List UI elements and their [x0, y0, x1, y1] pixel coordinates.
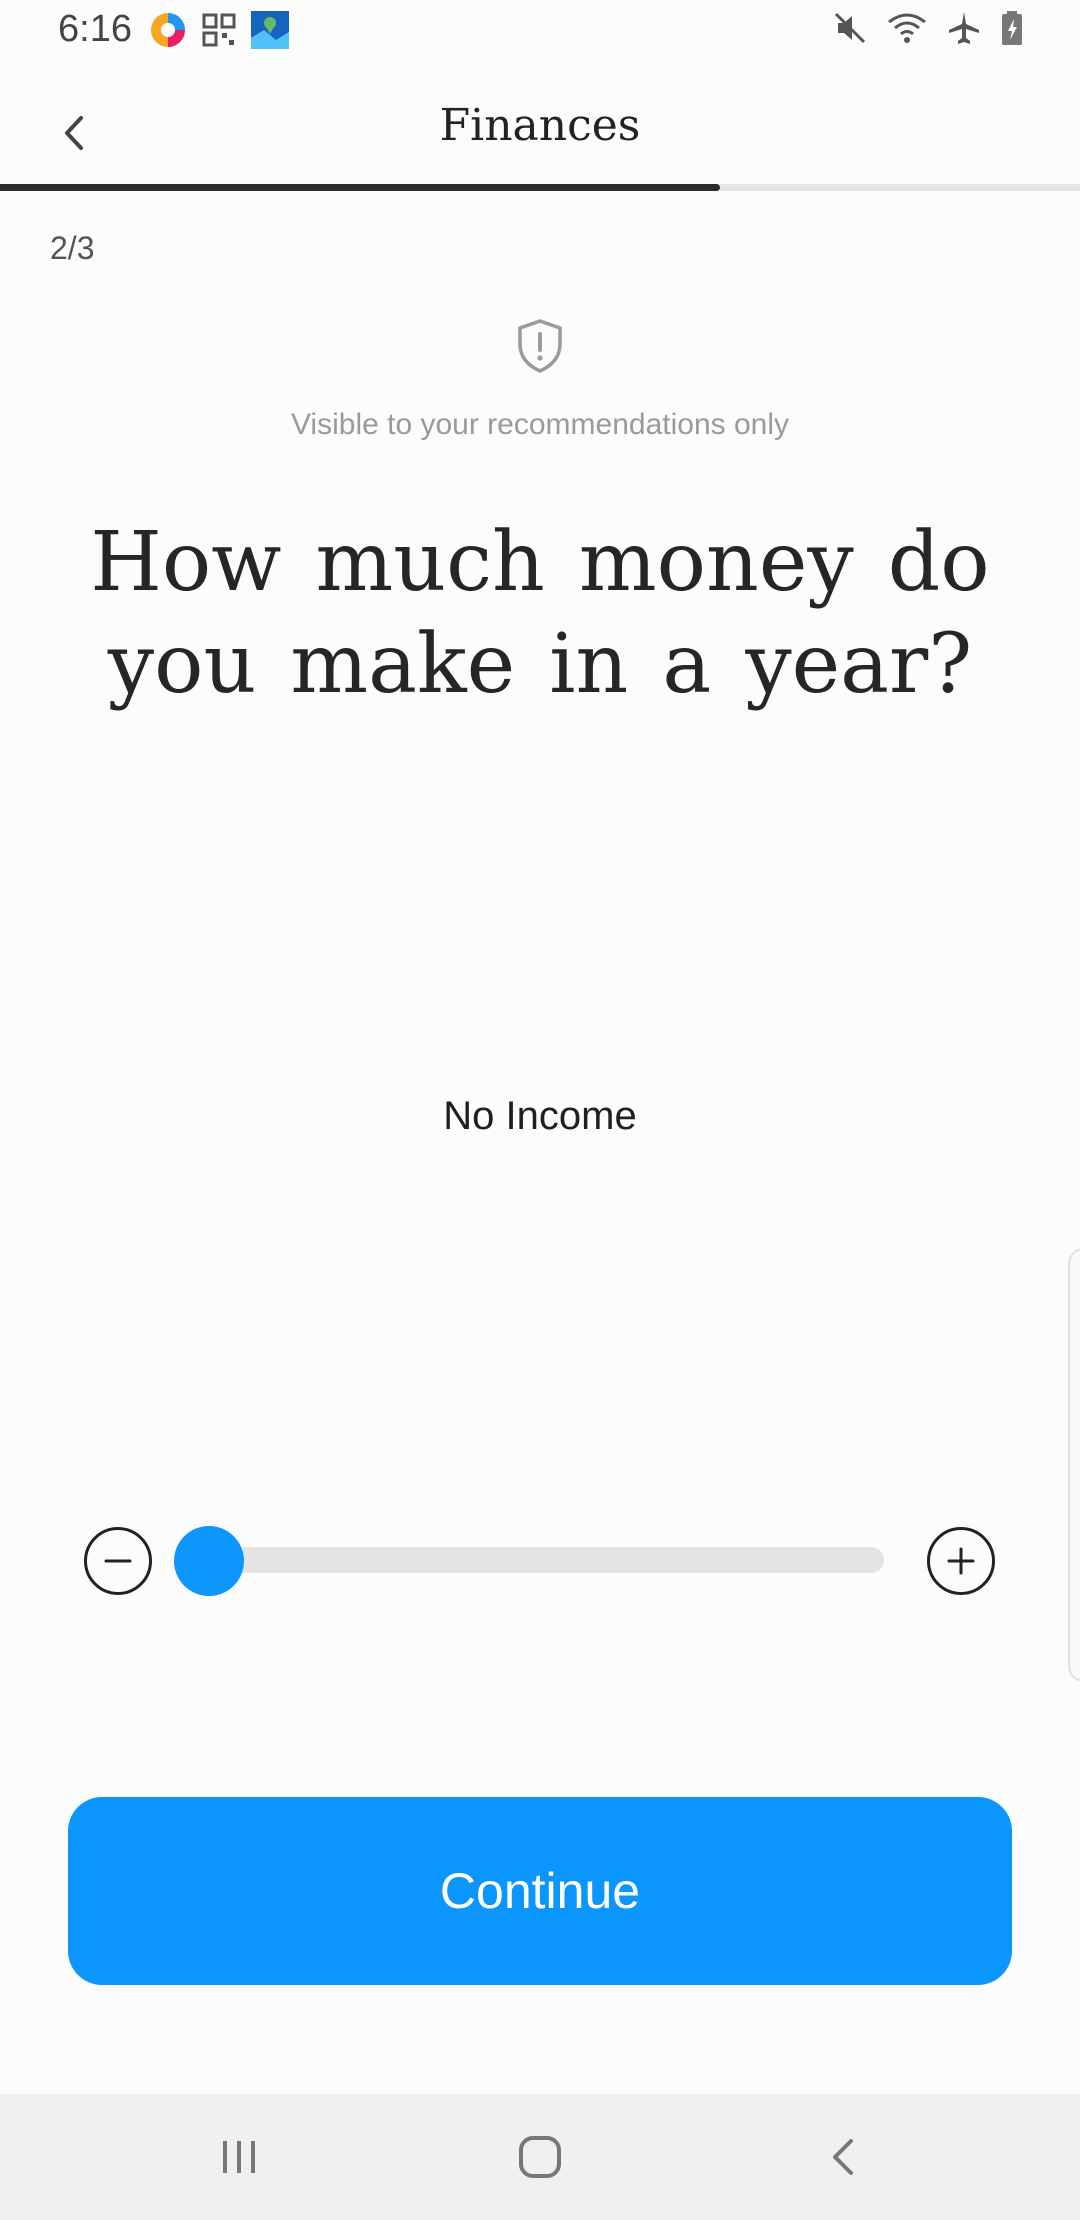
- step-counter: 2/3: [50, 230, 95, 266]
- back-arrow-icon: [833, 2139, 853, 2175]
- wifi-icon: [888, 13, 926, 43]
- recents-icon: [223, 2141, 255, 2173]
- plus-icon: [947, 1547, 975, 1575]
- system-nav-bar: [0, 2094, 1080, 2220]
- status-system-icons: [832, 10, 1024, 46]
- minus-icon: [104, 1559, 132, 1563]
- maps-app-icon: [251, 11, 289, 49]
- qr-code-icon: [202, 13, 236, 47]
- battery-icon: [1002, 11, 1022, 45]
- system-back-button[interactable]: [808, 2124, 878, 2190]
- question-heading: How much money do you make in a year?: [90, 515, 990, 712]
- home-icon: [519, 2136, 561, 2178]
- income-value-label: No Income: [443, 1094, 637, 1138]
- income-slider-thumb[interactable]: [174, 1526, 244, 1596]
- browser-app-icon: [151, 13, 185, 47]
- airplane-mode-icon: [949, 12, 979, 44]
- home-button[interactable]: [505, 2124, 575, 2190]
- progress-fill: [0, 184, 720, 191]
- page-title: Finances: [439, 100, 641, 151]
- privacy-note: Visible to your recommendations only: [290, 408, 790, 441]
- continue-button[interactable]: Continue: [68, 1797, 1012, 1985]
- header: Finances: [0, 78, 1080, 188]
- increase-income-button[interactable]: [927, 1527, 995, 1595]
- income-slider-track[interactable]: [180, 1547, 884, 1573]
- edge-panel-handle[interactable]: [1068, 1248, 1080, 1682]
- progress-bar: [0, 184, 1080, 191]
- decrease-income-button[interactable]: [84, 1527, 152, 1595]
- recent-apps-button[interactable]: [204, 2124, 274, 2190]
- status-notification-icons: [148, 10, 290, 50]
- mute-icon: [834, 12, 866, 44]
- shield-alert-icon: [518, 319, 562, 373]
- status-bar: 6:16: [0, 0, 1080, 64]
- status-time: 6:16: [58, 8, 132, 50]
